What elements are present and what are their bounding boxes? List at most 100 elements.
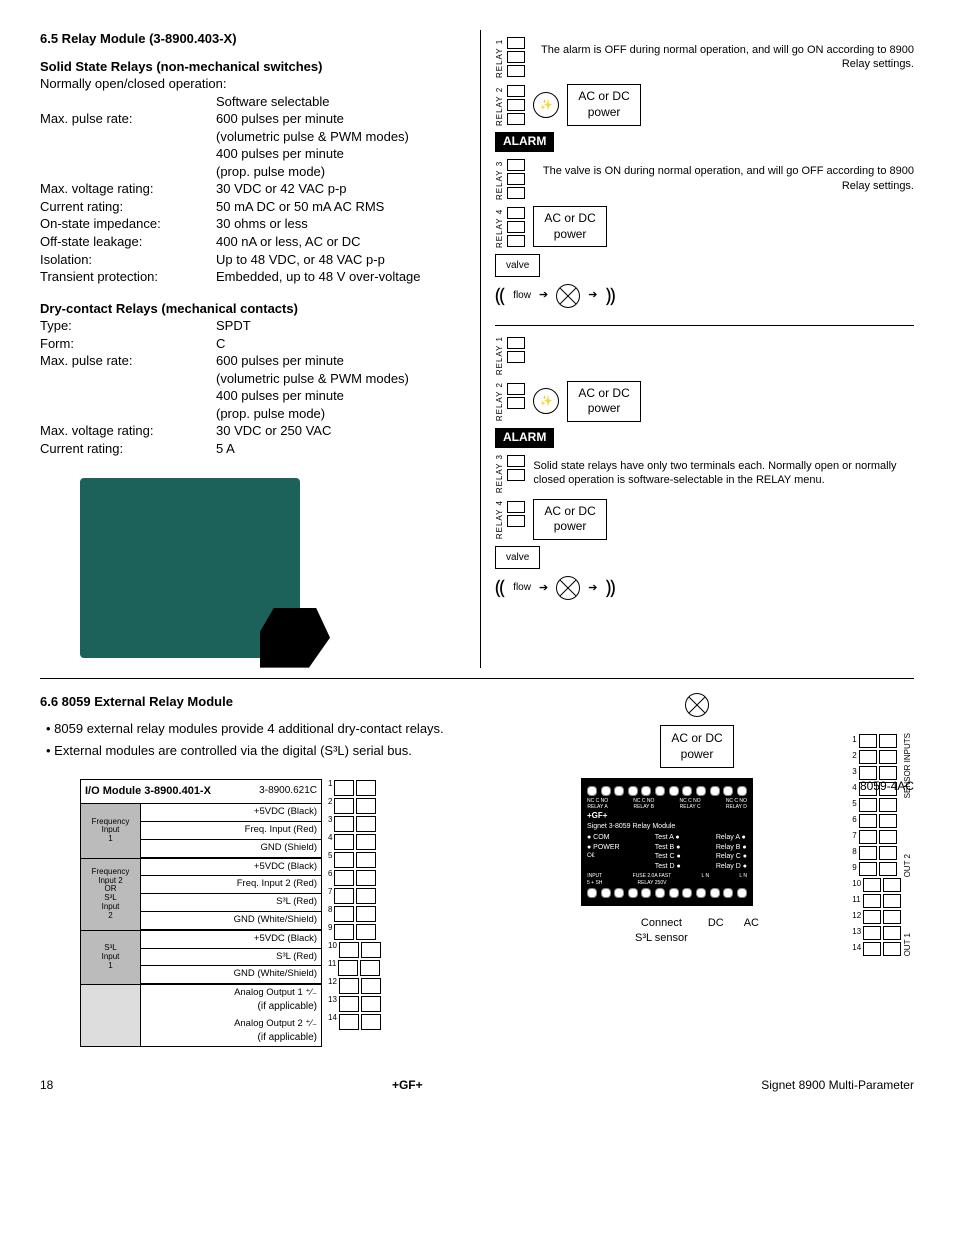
term-num: 6 bbox=[852, 815, 856, 826]
module-bottom-label: INPUT 5 + SH bbox=[587, 873, 602, 887]
term-num: 5 bbox=[852, 799, 856, 810]
term-num: 4 bbox=[852, 783, 856, 794]
solid-state-title: Solid State Relays (non-mechanical switc… bbox=[40, 58, 460, 76]
pipe-icon: ⸨ bbox=[495, 283, 505, 309]
relay-2-label: RELAY 2 bbox=[495, 84, 505, 126]
spec-value: (volumetric pulse & PWM modes) bbox=[216, 370, 460, 388]
footer-doc-title: Signet 8900 Multi-Parameter bbox=[761, 1077, 914, 1093]
module-bottom-label: L N bbox=[739, 873, 747, 887]
relay-3-label: RELAY 3 bbox=[495, 158, 505, 200]
spec-label bbox=[40, 387, 210, 405]
io-group-2-label: Frequency Input 2 OR S³L Input 2 bbox=[81, 859, 141, 930]
spec-label: Max. voltage rating: bbox=[40, 180, 210, 198]
ss-note: Solid state relays have only two termina… bbox=[533, 459, 914, 488]
spec-value: 600 pulses per minute bbox=[216, 352, 460, 370]
relay-2-label: RELAY 2 bbox=[495, 382, 505, 421]
power-box-2: AC or DC power bbox=[533, 206, 606, 247]
heading-6-5: 6.5 Relay Module (3-8900.403-X) bbox=[40, 30, 460, 48]
relay-4-label: RELAY 4 bbox=[495, 500, 505, 539]
dry-contact-spec-table: Type:SPDT Form:C Max. pulse rate:600 pul… bbox=[40, 317, 460, 457]
io-module-title: I/O Module 3-8900.401-X bbox=[85, 784, 211, 799]
page-number: 18 bbox=[40, 1077, 53, 1093]
spec-value: 400 nA or less, AC or DC bbox=[216, 233, 460, 251]
spec-label: Current rating: bbox=[40, 440, 210, 458]
arrow-icon: ➔ bbox=[539, 581, 548, 595]
io-module-diagram: I/O Module 3-8900.401-X 3-8900.621C Freq… bbox=[40, 763, 460, 1047]
connect-label: Connect S³L sensor bbox=[635, 916, 688, 946]
section-6-6-right: AC or DC power NC C NO RELAY A NC C NO R… bbox=[480, 693, 914, 1048]
relay-label: Relay A bbox=[716, 834, 740, 841]
spec-value: (prop. pulse mode) bbox=[216, 405, 460, 423]
relay-top-label: NC C NO RELAY D bbox=[726, 798, 747, 812]
spec-value: 5 A bbox=[216, 440, 460, 458]
spec-value: 30 VDC or 42 VAC p-p bbox=[216, 180, 460, 198]
solid-state-diagram: RELAY 1 RELAY 2 ✨ AC or DC power ALARM R… bbox=[495, 336, 914, 601]
spec-value: 400 pulses per minute bbox=[216, 387, 460, 405]
dry-contact-diagram: RELAY 1 The alarm is OFF during normal o… bbox=[495, 36, 914, 326]
pipe-icon: ⸩ bbox=[605, 283, 615, 309]
spec-value: (volumetric pulse & PWM modes) bbox=[216, 128, 460, 146]
io-module-part: 3-8900.621C bbox=[259, 784, 317, 799]
power-box-1: AC or DC power bbox=[567, 84, 640, 125]
relay-4-terminals bbox=[507, 206, 525, 248]
spec-value: Software selectable bbox=[216, 93, 460, 111]
module-name: Signet 3-8059 Relay Module bbox=[587, 822, 747, 831]
lamp-icon: ✨ bbox=[533, 92, 559, 118]
relay-1-label: RELAY 1 bbox=[495, 36, 505, 78]
term-num: 10 bbox=[328, 941, 337, 959]
term-num: 11 bbox=[328, 959, 336, 977]
spec-label: On-state impedance: bbox=[40, 215, 210, 233]
test-label: Test B bbox=[655, 844, 674, 851]
valve-label: valve bbox=[495, 254, 540, 277]
page: 6.5 Relay Module (3-8900.403-X) Solid St… bbox=[40, 30, 914, 1094]
spec-label: Transient protection: bbox=[40, 268, 210, 286]
io-group-1-label: Frequency Input 1 bbox=[81, 804, 141, 857]
spec-label: Type: bbox=[40, 317, 210, 335]
out1-label: OUT 1 bbox=[903, 933, 914, 956]
term-num: 14 bbox=[328, 1013, 337, 1031]
io-signal: GND (White/Shield) bbox=[141, 912, 321, 930]
relay-top-label: NC C NO RELAY C bbox=[680, 798, 701, 812]
spec-label: Form: bbox=[40, 335, 210, 353]
ss-relay-3-terminals bbox=[507, 454, 525, 493]
spec-label: Isolation: bbox=[40, 251, 210, 269]
term-num: 7 bbox=[852, 831, 856, 842]
spec-label bbox=[40, 370, 210, 388]
pipe-icon: ⸨ bbox=[495, 575, 505, 601]
alarm-tag: ALARM bbox=[495, 428, 554, 448]
spec-value: 400 pulses per minute bbox=[216, 145, 460, 163]
alarm-off-note: The alarm is OFF during normal operation… bbox=[533, 43, 914, 72]
spec-value: 600 pulses per minute bbox=[216, 110, 460, 128]
spec-label bbox=[40, 93, 210, 111]
module-bottom-label: FUSE 2.0A FAST RELAY 250V bbox=[633, 873, 672, 887]
io-signal: Analog Output 1 bbox=[234, 987, 303, 998]
io-module: I/O Module 3-8900.401-X 3-8900.621C Freq… bbox=[80, 779, 322, 1047]
relay-3-terminals bbox=[507, 158, 525, 200]
io-signal: GND (Shield) bbox=[141, 840, 321, 858]
relay-label: Relay D bbox=[716, 863, 741, 870]
io-group-3-label: S³L Input 1 bbox=[81, 931, 141, 984]
arrow-icon: ➔ bbox=[539, 288, 548, 302]
arrow-icon: ➔ bbox=[588, 581, 597, 595]
relay-top-label: NC C NO RELAY A bbox=[587, 798, 608, 812]
spec-value: Up to 48 VDC, or 48 VAC p-p bbox=[216, 251, 460, 269]
relay-module-illustration bbox=[80, 478, 300, 658]
test-label: Test C bbox=[655, 853, 675, 860]
arrow-icon: ➔ bbox=[588, 288, 597, 302]
io-signal: Freq. Input (Red) bbox=[141, 822, 321, 840]
ss-relay-4-terminals bbox=[507, 500, 525, 539]
bullet-2: External modules are controlled via the … bbox=[60, 742, 460, 760]
io-signal: +5VDC (Black) bbox=[141, 804, 321, 822]
sensor-inputs-label: SENSOR INPUTS bbox=[903, 733, 914, 798]
lamp-icon bbox=[685, 693, 709, 717]
ss-relay-2-terminals bbox=[507, 382, 525, 421]
valve-on-note: The valve is ON during normal operation,… bbox=[533, 164, 914, 193]
relay-label: Relay C bbox=[716, 853, 741, 860]
relay-1-terminals bbox=[507, 36, 525, 78]
module-brand: +GF+ bbox=[587, 811, 747, 822]
relay-top-label: NC C NO RELAY B bbox=[633, 798, 654, 812]
io-signal: +5VDC (Black) bbox=[141, 859, 321, 877]
term-num: 11 bbox=[852, 895, 860, 906]
spec-value: Embedded, up to 48 V over-voltage bbox=[216, 268, 460, 286]
power-box: AC or DC power bbox=[660, 725, 733, 767]
